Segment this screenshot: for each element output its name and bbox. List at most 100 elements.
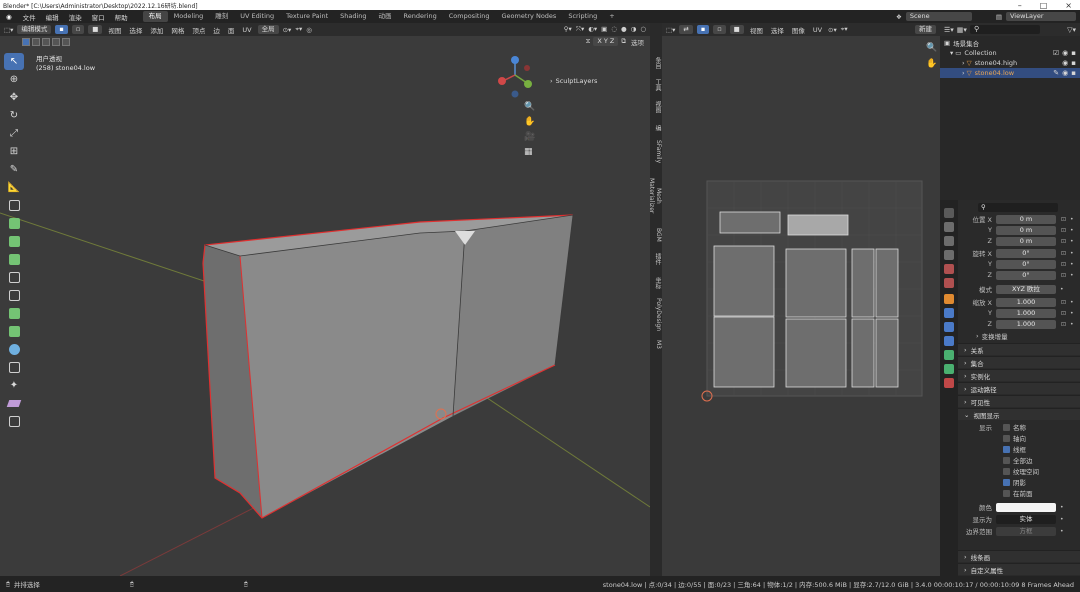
data-tab-icon[interactable] — [944, 364, 954, 374]
transform-orientation[interactable]: 全局 — [257, 25, 279, 34]
view-layer-selector[interactable]: ViewLayer — [1006, 12, 1076, 21]
display-as-select[interactable]: 实体 — [996, 514, 1056, 524]
grid-perspective-icon[interactable]: ▦ — [524, 147, 535, 157]
properties-editor[interactable]: ⚲ 位置 X0 m ⊡ • Y0 m ⊡ • Z0 m ⊡ • 旋转 X 0° ⊡ • Y 0° ⊡ •… — [940, 200, 1080, 576]
mirror-axes[interactable]: X Y Z — [593, 37, 619, 46]
outliner[interactable]: ☰▾ ▦▾ ⚲ ▽▾ ▣ 场景集合 ▾ ▭ Collection ☑ ◉ ▪ › ▽… — [940, 23, 1080, 200]
particles-tab-icon[interactable] — [944, 322, 954, 332]
lock-icon[interactable]: ⊡ — [1061, 321, 1066, 328]
visibility-icon[interactable]: ⚲▾ — [564, 25, 572, 34]
checkbox[interactable] — [1003, 456, 1010, 464]
section-motion-paths[interactable]: › 运动路径 — [958, 382, 1080, 394]
output-tab-icon[interactable] — [944, 236, 954, 246]
edge-slide-tool[interactable] — [4, 359, 24, 376]
shear-tool[interactable] — [4, 395, 24, 412]
side-tab-item[interactable]: 条目 — [650, 55, 662, 71]
world-tab-icon[interactable] — [944, 278, 954, 288]
scale-x-field[interactable]: 1.000 — [996, 297, 1056, 307]
section-custom-properties[interactable]: › 自定义属性 — [958, 563, 1080, 575]
bounds-select[interactable]: 方框 — [996, 526, 1056, 536]
properties-search-input[interactable]: ⚲ — [978, 202, 1058, 212]
location-x-field[interactable]: 0 m — [996, 214, 1056, 224]
close-icon[interactable]: × — [1065, 1, 1072, 10]
mirror-icon[interactable]: ⧖ — [586, 37, 591, 46]
lock-icon[interactable]: ⊡ — [1061, 250, 1066, 257]
side-tab-polydesign[interactable]: PolyDesign — [650, 297, 662, 333]
outliner-row-collection[interactable]: ▾ ▭ Collection ☑ ◉ ▪ — [940, 48, 1080, 58]
tab-geometry-nodes[interactable]: Geometry Nodes — [495, 11, 562, 22]
menu-uv[interactable]: UV — [240, 26, 253, 34]
tab-texture-paint[interactable]: Texture Paint — [280, 11, 334, 22]
checkbox-checked[interactable] — [1003, 478, 1010, 486]
tool-tab-icon[interactable] — [944, 208, 954, 218]
side-tab-view[interactable]: 视图 — [650, 99, 662, 115]
outliner-editor-icon[interactable]: ☰▾ — [944, 26, 954, 34]
inset-tool[interactable] — [4, 233, 24, 250]
side-tab-coords[interactable]: 坐标 — [650, 273, 662, 293]
display-option-axes[interactable]: 轴向 — [1003, 433, 1026, 443]
extrude-tool[interactable] — [4, 215, 24, 232]
scale-z-field[interactable]: 1.000 — [996, 319, 1056, 329]
pan-hand-icon[interactable]: ✋ — [524, 117, 535, 127]
section-relations[interactable]: › 关系 — [958, 343, 1080, 355]
filter-icon[interactable]: ▽▾ — [1067, 26, 1080, 34]
shading-solid-icon[interactable]: ● — [621, 25, 627, 34]
pivot-icon[interactable]: ⊙▾ — [283, 26, 292, 34]
menu-view[interactable]: 视图 — [106, 25, 123, 35]
shading-render-icon[interactable]: ○ — [640, 25, 646, 34]
bevel-tool[interactable] — [4, 251, 24, 268]
object-tab-icon[interactable] — [944, 294, 954, 304]
transform-tool[interactable]: ⊞ — [4, 143, 24, 160]
checkbox[interactable] — [1003, 489, 1010, 497]
menu-render[interactable]: 渲染 — [64, 12, 87, 22]
poly-build-tool[interactable] — [4, 305, 24, 322]
tab-shading[interactable]: Shading — [334, 11, 372, 22]
checkbox-checked[interactable] — [1003, 445, 1010, 453]
spin-tool[interactable] — [4, 323, 24, 340]
rip-tool[interactable] — [4, 413, 24, 430]
menu-vertex[interactable]: 顶点 — [190, 25, 207, 35]
maximize-icon[interactable]: □ — [1040, 1, 1048, 10]
eye-icon[interactable]: ◉ — [1062, 59, 1068, 67]
annotate-tool[interactable]: ✎ — [4, 161, 24, 178]
lock-icon[interactable]: ⊡ — [1061, 261, 1066, 268]
display-option-name[interactable]: 名称 — [1003, 422, 1026, 432]
scale-y-field[interactable]: 1.000 — [996, 308, 1056, 318]
section-line-art[interactable]: › 线条画 — [958, 550, 1080, 562]
shrink-fatten-tool[interactable]: ✦ — [4, 377, 24, 394]
options-menu[interactable]: 选项 — [629, 37, 646, 47]
camera-render-icon[interactable]: ▪ — [1071, 59, 1076, 67]
checkbox[interactable] — [1003, 434, 1010, 442]
eye-icon[interactable]: ◉ — [1062, 49, 1068, 57]
menu-add[interactable]: 添加 — [148, 25, 165, 35]
menu-face[interactable]: 面 — [226, 25, 237, 35]
select-mode-new-icon[interactable] — [22, 37, 30, 46]
rotation-z-field[interactable]: 0° — [996, 270, 1056, 280]
location-y-field[interactable]: 0 m — [996, 225, 1056, 235]
tab-sculpt[interactable]: 雕刻 — [209, 11, 234, 22]
delta-transform-subpanel[interactable]: › 变换增量 — [958, 331, 1080, 341]
tab-rendering[interactable]: Rendering — [398, 11, 443, 22]
lock-icon[interactable]: ⊡ — [1061, 216, 1066, 223]
eye-icon[interactable]: ◉ — [1062, 69, 1068, 77]
rotate-tool[interactable]: ↻ — [4, 107, 24, 124]
checkbox[interactable] — [1003, 467, 1010, 475]
lock-icon[interactable]: ⊡ — [1061, 238, 1066, 245]
camera-render-icon[interactable]: ▪ — [1071, 69, 1076, 77]
scene-tab-icon[interactable] — [944, 264, 954, 274]
cursor-tool[interactable]: ⊕ — [4, 71, 24, 88]
shading-material-icon[interactable]: ◑ — [631, 25, 637, 34]
menu-mesh[interactable]: 网格 — [169, 25, 186, 35]
lock-icon[interactable]: ⊡ — [1061, 272, 1066, 279]
sculpt-layers-panel[interactable]: › SculptLayers — [550, 74, 648, 87]
loop-cut-tool[interactable] — [4, 269, 24, 286]
select-mode-extend-icon[interactable] — [32, 37, 40, 46]
physics-tab-icon[interactable] — [944, 336, 954, 346]
scale-tool[interactable]: ⤢ — [4, 125, 24, 142]
uv-editor[interactable]: ⬚▾ ⇄ ▪ ▫ ■ 视图 选择 图像 UV ⊙▾ ⌖▾ 新建 🔍 ✋ — [662, 23, 940, 576]
outliner-row-scene-collection[interactable]: ▣ 场景集合 — [940, 38, 1080, 48]
minimize-icon[interactable]: – — [1018, 1, 1022, 10]
expand-arrow-icon[interactable]: › — [962, 59, 965, 67]
tab-animation[interactable]: 动画 — [373, 11, 398, 22]
modifier-tab-icon[interactable] — [944, 308, 954, 318]
